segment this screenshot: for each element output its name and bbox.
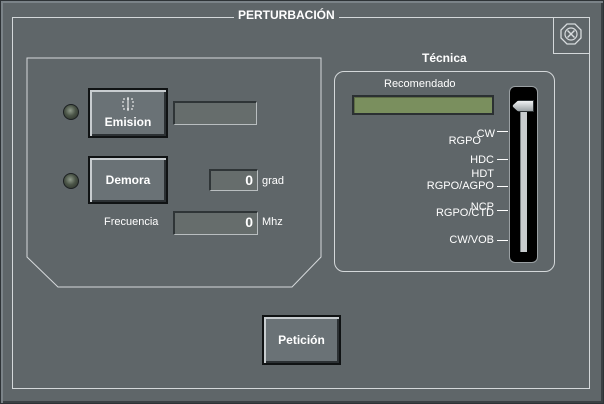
window-title: PERTURBACIÓN (234, 8, 339, 22)
demora-button[interactable]: Demora (88, 156, 168, 204)
demora-status-led (63, 173, 79, 189)
option-label-upper: HDT (471, 168, 494, 180)
frecuencia-field[interactable]: 0 (173, 211, 258, 235)
option-tick (497, 210, 508, 211)
option-tick (497, 159, 508, 160)
option-tick (497, 186, 508, 187)
emision-button-label: Emision (104, 115, 152, 129)
demora-unit: grad (262, 175, 285, 187)
demora-field[interactable]: 0 (209, 169, 258, 191)
peticion-button-label: Petición (278, 333, 325, 347)
option-label-lower: RGPO (448, 135, 481, 147)
option-tick (497, 131, 508, 132)
peticion-button[interactable]: Petición (262, 315, 341, 365)
recommended-indicator (352, 95, 494, 115)
option-tick (497, 240, 508, 241)
technique-slider-groove (520, 100, 527, 252)
emision-status-led (63, 104, 79, 120)
emision-button[interactable]: Emision (88, 88, 168, 138)
frecuencia-unit: Mhz (262, 216, 283, 228)
option-label-lower: HDC (470, 154, 494, 166)
option-label-lower: RGPO/AGPO (426, 180, 494, 192)
frecuencia-label: Frecuencia (104, 216, 159, 228)
tecnica-title: Técnica (422, 51, 467, 65)
demora-button-label: Demora (105, 173, 151, 187)
emision-field[interactable] (173, 101, 257, 125)
option-label-lower: RGPO/CTD (435, 207, 494, 219)
close-icon[interactable] (560, 23, 582, 45)
option-label-lower: CW/VOB (449, 234, 494, 246)
crosshair-icon (122, 97, 134, 111)
recommended-label: Recomendado (384, 78, 456, 90)
